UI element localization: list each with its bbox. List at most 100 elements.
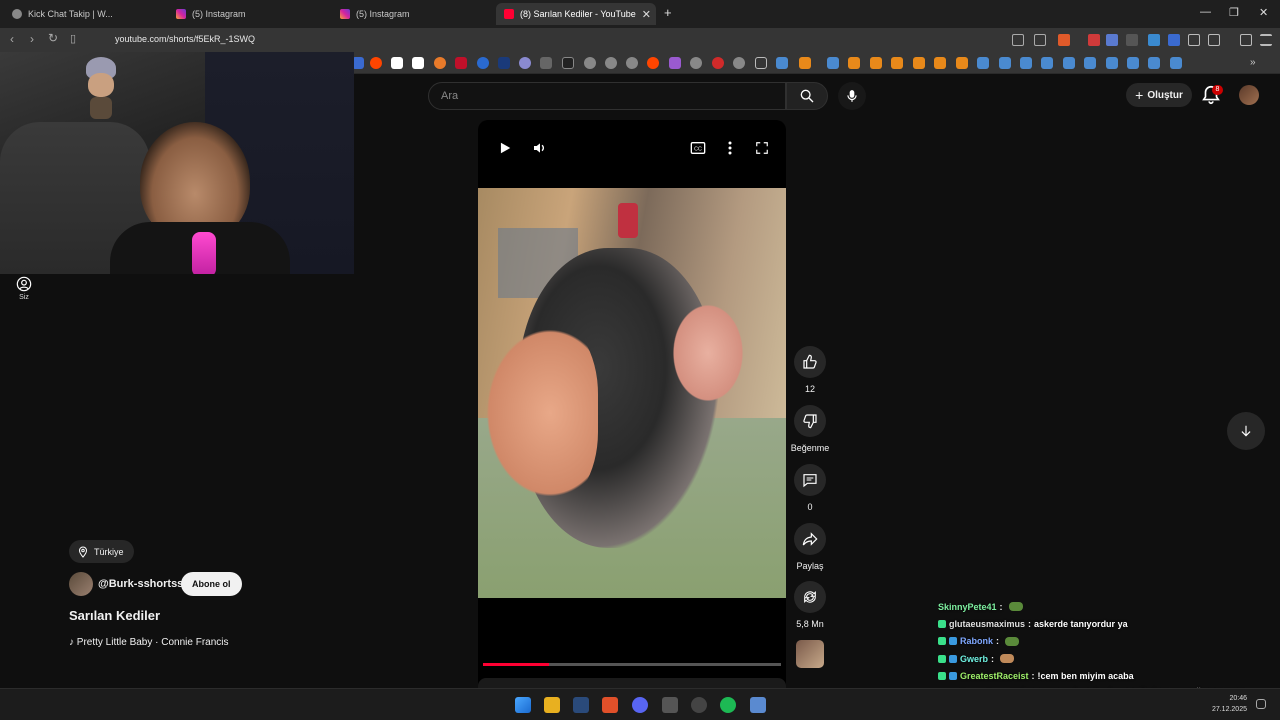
- amazon-icon[interactable]: [412, 57, 424, 69]
- bookmark-icon[interactable]: [455, 57, 467, 69]
- bookmark-icon[interactable]: [934, 57, 946, 69]
- steam-icon[interactable]: [573, 697, 589, 713]
- bookmark-icon[interactable]: [848, 57, 860, 69]
- brave-browser-icon[interactable]: [602, 697, 618, 713]
- bookmark-icon[interactable]: [956, 57, 968, 69]
- bookmark-icon[interactable]: [519, 57, 531, 69]
- account-avatar[interactable]: [1239, 85, 1259, 105]
- app-icon[interactable]: [750, 697, 766, 713]
- bookmark-icon[interactable]: [562, 57, 574, 69]
- comments-button[interactable]: 0: [790, 464, 830, 512]
- steam-icon[interactable]: [999, 57, 1011, 69]
- globe-icon[interactable]: [690, 57, 702, 69]
- new-tab-button[interactable]: +: [664, 5, 672, 20]
- screen-icon[interactable]: [1012, 34, 1024, 46]
- more-options-button[interactable]: [720, 138, 740, 158]
- remix-button[interactable]: 5,8 Mn: [790, 581, 830, 629]
- tab-youtube[interactable]: (8) Sarılan Kediler - YouTube ✕: [496, 3, 656, 25]
- progress-bar[interactable]: [483, 663, 781, 666]
- globe-icon[interactable]: [626, 57, 638, 69]
- bookmark-icon[interactable]: [799, 57, 811, 69]
- minimize-button[interactable]: —: [1200, 6, 1211, 18]
- bookmark-icon[interactable]: [391, 57, 403, 69]
- playlist-icon[interactable]: [1240, 34, 1252, 46]
- subscribe-button[interactable]: Abone ol: [181, 572, 242, 596]
- folder-icon[interactable]: [755, 57, 767, 69]
- chat-username[interactable]: Rabonk: [960, 636, 993, 646]
- steam-icon[interactable]: [977, 57, 989, 69]
- globe-icon[interactable]: [584, 57, 596, 69]
- globe-icon[interactable]: [733, 57, 745, 69]
- bookmark-icon[interactable]: [669, 57, 681, 69]
- sidebar-item-you[interactable]: Siz: [12, 276, 36, 301]
- steam-icon[interactable]: [1170, 57, 1182, 69]
- system-clock[interactable]: 20:46 27.12.2025: [1212, 693, 1247, 715]
- bookmark-icon[interactable]: ▯: [70, 32, 76, 45]
- reddit-icon[interactable]: [647, 57, 659, 69]
- dislike-button[interactable]: Beğenme: [790, 405, 830, 453]
- volume-button[interactable]: [530, 138, 550, 158]
- back-icon[interactable]: ‹: [10, 32, 14, 46]
- steam-icon[interactable]: [1148, 57, 1160, 69]
- obs-icon[interactable]: [691, 697, 707, 713]
- steam-icon[interactable]: [1041, 57, 1053, 69]
- file-explorer-icon[interactable]: [544, 697, 560, 713]
- extension-icon[interactable]: [1148, 34, 1160, 46]
- tab-kick-chat[interactable]: Kick Chat Takip | W...: [4, 3, 164, 25]
- shorts-player[interactable]: CC: [478, 120, 786, 688]
- extension-icon[interactable]: [1126, 34, 1138, 46]
- chat-username[interactable]: glutaeusmaximus: [949, 619, 1025, 629]
- search-input[interactable]: [429, 83, 785, 109]
- close-window-button[interactable]: ✕: [1259, 6, 1268, 19]
- play-button[interactable]: [495, 138, 515, 158]
- create-button[interactable]: + Oluştur: [1126, 83, 1192, 107]
- discord-icon[interactable]: [632, 697, 648, 713]
- bookmark-icon[interactable]: [498, 57, 510, 69]
- notification-center-icon[interactable]: [1256, 699, 1266, 709]
- reload-icon[interactable]: ↻: [48, 31, 58, 45]
- chat-username[interactable]: GreatestRaceist: [960, 671, 1029, 681]
- bookmark-icon[interactable]: [870, 57, 882, 69]
- extension-icon[interactable]: [1168, 34, 1180, 46]
- spotify-icon[interactable]: [720, 697, 736, 713]
- forward-icon[interactable]: ›: [30, 32, 34, 46]
- bookmark-icon[interactable]: [434, 57, 446, 69]
- bookmark-icon[interactable]: [891, 57, 903, 69]
- bookmark-icon[interactable]: [712, 57, 724, 69]
- steam-icon[interactable]: [1127, 57, 1139, 69]
- tab-instagram-2[interactable]: (5) Instagram: [332, 3, 492, 25]
- search-box[interactable]: [428, 82, 786, 110]
- captions-button[interactable]: CC: [688, 138, 708, 158]
- more-bookmarks-icon[interactable]: »: [1250, 57, 1262, 69]
- puzzle-icon[interactable]: [1188, 34, 1200, 46]
- channel-avatar[interactable]: [69, 572, 93, 596]
- globe-icon[interactable]: [605, 57, 617, 69]
- steam-icon[interactable]: [1020, 57, 1032, 69]
- brave-shield-icon[interactable]: [1058, 34, 1070, 46]
- tab-instagram-1[interactable]: (5) Instagram: [168, 3, 328, 25]
- app-icon[interactable]: [662, 697, 678, 713]
- steam-icon[interactable]: [1084, 57, 1096, 69]
- location-chip[interactable]: Türkiye: [69, 540, 134, 563]
- menu-icon[interactable]: [1260, 34, 1272, 46]
- next-short-button[interactable]: [1227, 412, 1265, 450]
- bookmark-icon[interactable]: [913, 57, 925, 69]
- close-tab-icon[interactable]: ✕: [642, 8, 651, 21]
- channel-name[interactable]: @Burk-sshortss: [98, 578, 183, 590]
- voice-search-button[interactable]: [838, 82, 866, 110]
- share-page-icon[interactable]: [1034, 34, 1046, 46]
- reddit-icon[interactable]: [370, 57, 382, 69]
- like-button[interactable]: 12: [790, 346, 830, 394]
- sound-thumbnail[interactable]: [796, 640, 824, 668]
- chat-username[interactable]: Gwerb: [960, 654, 988, 664]
- maximize-button[interactable]: ❐: [1229, 6, 1239, 19]
- steam-icon[interactable]: [827, 57, 839, 69]
- windows-start-icon[interactable]: [515, 697, 531, 713]
- chat-username[interactable]: SkinnyPete41: [938, 602, 997, 612]
- share-button[interactable]: Paylaş: [790, 523, 830, 571]
- search-button[interactable]: [786, 82, 828, 110]
- bookmark-icon[interactable]: [540, 57, 552, 69]
- steam-icon[interactable]: [1106, 57, 1118, 69]
- fullscreen-button[interactable]: [752, 138, 772, 158]
- url-text[interactable]: youtube.com/shorts/f5EkR_-1SWQ: [115, 34, 255, 44]
